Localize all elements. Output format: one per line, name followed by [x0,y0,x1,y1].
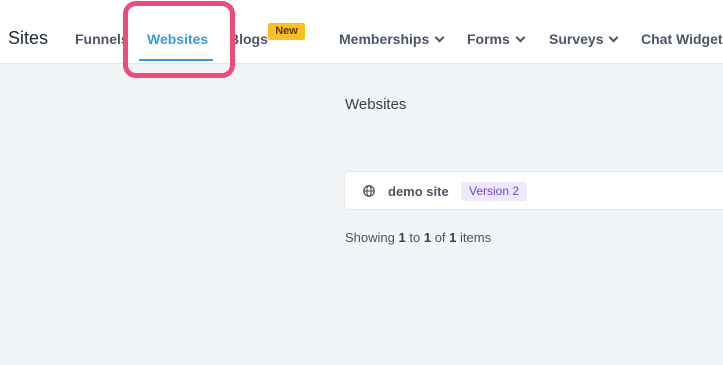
chevron-down-icon [434,32,445,43]
showing-total: 1 [449,230,457,245]
tab-memberships-label: Memberships [339,31,430,47]
pagination-summary: Showing 1 to 1 of 1 items [345,230,491,245]
version-badge: Version 2 [461,182,528,201]
tab-forms[interactable]: Forms [467,31,526,47]
active-tab-indicator [139,59,213,61]
chevron-down-icon [609,32,619,43]
tab-memberships[interactable]: Memberships [339,31,445,47]
showing-prefix: Showing [345,230,395,245]
tab-surveys[interactable]: Surveys [549,31,619,47]
showing-of-word: of [434,230,446,245]
chevron-down-icon [515,32,526,43]
page-title: Websites [345,96,407,113]
tab-websites[interactable]: Websites [147,31,208,47]
tab-surveys-label: Surveys [549,31,604,47]
showing-from: 1 [398,230,406,245]
tab-blogs[interactable]: Blogs [229,31,268,47]
new-badge: New [268,23,305,40]
top-nav-bar: Sites Funnels Websites Blogs New Members… [0,0,723,64]
globe-icon [363,185,375,197]
showing-to: 1 [423,230,432,245]
showing-to-word: to [409,230,421,245]
tab-chat-widget[interactable]: Chat Widget [641,31,723,47]
tab-forms-label: Forms [467,31,510,47]
brand-title: Sites [8,28,49,48]
showing-suffix: items [460,230,492,245]
site-name: demo site [388,184,449,199]
tab-funnels[interactable]: Funnels [75,31,129,47]
site-list-item[interactable]: demo site Version 2 [344,171,723,210]
